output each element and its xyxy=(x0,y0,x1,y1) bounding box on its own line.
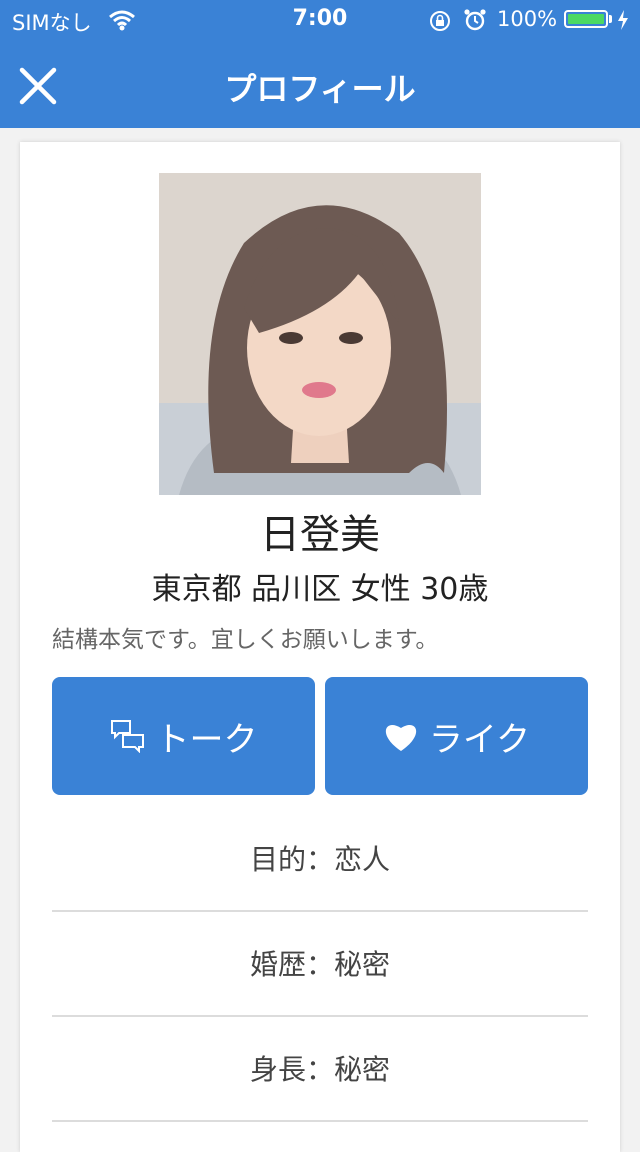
like-button[interactable]: ライク xyxy=(325,677,588,795)
talk-button[interactable]: トーク xyxy=(52,677,315,795)
profile-name: 日登美 xyxy=(260,512,380,558)
profile-meta: 東京都 品川区 女性 30歳 xyxy=(151,572,489,607)
heart-icon xyxy=(383,720,419,752)
detail-purpose: 目的：恋人 xyxy=(52,807,588,912)
nav-bar: プロフィール xyxy=(0,40,640,128)
battery-tip xyxy=(609,15,612,23)
profile-intro: 結構本気です。宜しくお願いします。 xyxy=(52,627,439,653)
profile-photo[interactable] xyxy=(159,173,481,495)
battery-percent: 100% xyxy=(497,7,558,31)
alarm-icon xyxy=(463,8,487,36)
profile-card: 日登美 東京都 品川区 女性 30歳 結構本気です。宜しくお願いします。 トーク… xyxy=(20,142,620,1152)
rotation-lock-icon xyxy=(428,9,452,37)
battery-fill xyxy=(568,14,604,24)
page-title: プロフィール xyxy=(224,70,416,108)
detail-marital-history: 婚歴：秘密 xyxy=(52,912,588,1017)
detail-height: 身長：秘密 xyxy=(52,1017,588,1122)
status-bar: SIMなし 7:00 100% xyxy=(0,0,640,40)
charging-icon xyxy=(617,9,629,35)
battery-icon xyxy=(564,10,608,28)
talk-label: トーク xyxy=(155,719,258,760)
like-label: ライク xyxy=(428,719,531,760)
chat-bubbles-icon xyxy=(110,719,146,753)
